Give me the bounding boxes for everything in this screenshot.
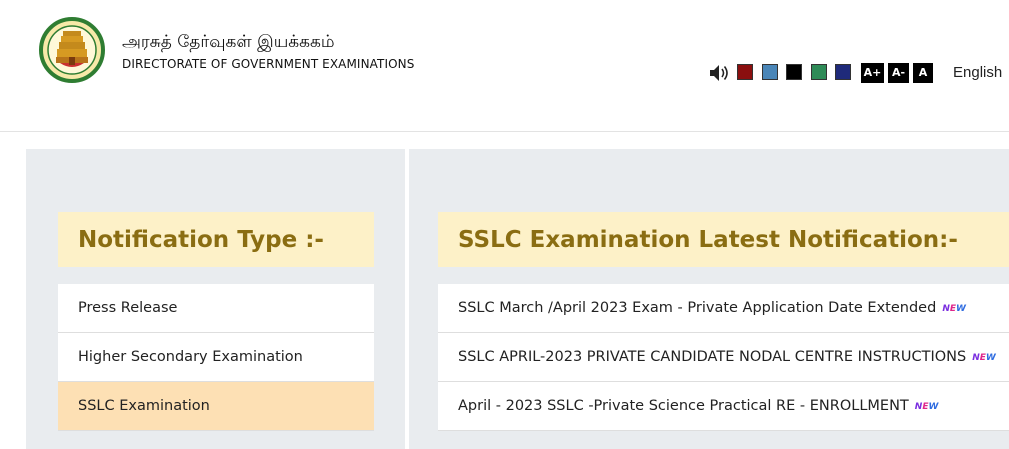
new-badge-icon: NEW <box>942 304 966 314</box>
notification-type-list: Press Release Higher Secondary Examinati… <box>58 284 374 431</box>
theme-color-navy-button[interactable] <box>835 64 851 80</box>
notification-type-sslc[interactable]: SSLC Examination <box>58 382 374 431</box>
theme-color-red-button[interactable] <box>737 64 753 80</box>
notification-title[interactable]: SSLC March /April 2023 Exam - Private Ap… <box>458 300 936 316</box>
notification-type-press-release[interactable]: Press Release <box>58 284 374 333</box>
tamil-nadu-emblem-icon[interactable] <box>39 17 105 83</box>
notification-link[interactable]: SSLC March /April 2023 Exam - Private Ap… <box>438 284 1009 333</box>
font-reset-button[interactable]: A <box>913 63 933 83</box>
theme-color-black-button[interactable] <box>786 64 802 80</box>
theme-color-blue-button[interactable] <box>762 64 778 80</box>
site-header: அரசுத் தேர்வுகள் இயக்ககம் DIRECTORATE OF… <box>0 0 1009 132</box>
theme-color-green-button[interactable] <box>811 64 827 80</box>
notification-type-heading: Notification Type :- <box>58 212 374 267</box>
latest-notification-heading: SSLC Examination Latest Notification:- <box>438 212 1009 267</box>
font-decrease-button[interactable]: A- <box>888 63 909 83</box>
speaker-icon[interactable] <box>709 64 731 82</box>
new-badge-icon: NEW <box>972 353 996 363</box>
font-increase-button[interactable]: A+ <box>861 63 884 83</box>
notification-type-higher-secondary[interactable]: Higher Secondary Examination <box>58 333 374 382</box>
latest-notification-list: SSLC March /April 2023 Exam - Private Ap… <box>438 284 1009 431</box>
notification-title[interactable]: April - 2023 SSLC -Private Science Pract… <box>458 398 909 414</box>
notification-title[interactable]: SSLC APRIL-2023 PRIVATE CANDIDATE NODAL … <box>458 349 966 365</box>
notification-link[interactable]: SSLC APRIL-2023 PRIVATE CANDIDATE NODAL … <box>438 333 1009 382</box>
language-english-link[interactable]: English <box>953 64 1002 81</box>
site-title-tamil: அரசுத் தேர்வுகள் இயக்ககம் <box>122 32 335 52</box>
notification-link[interactable]: April - 2023 SSLC -Private Science Pract… <box>438 382 1009 431</box>
new-badge-icon: NEW <box>914 402 939 412</box>
site-title-english: DIRECTORATE OF GOVERNMENT EXAMINATIONS <box>122 57 415 71</box>
